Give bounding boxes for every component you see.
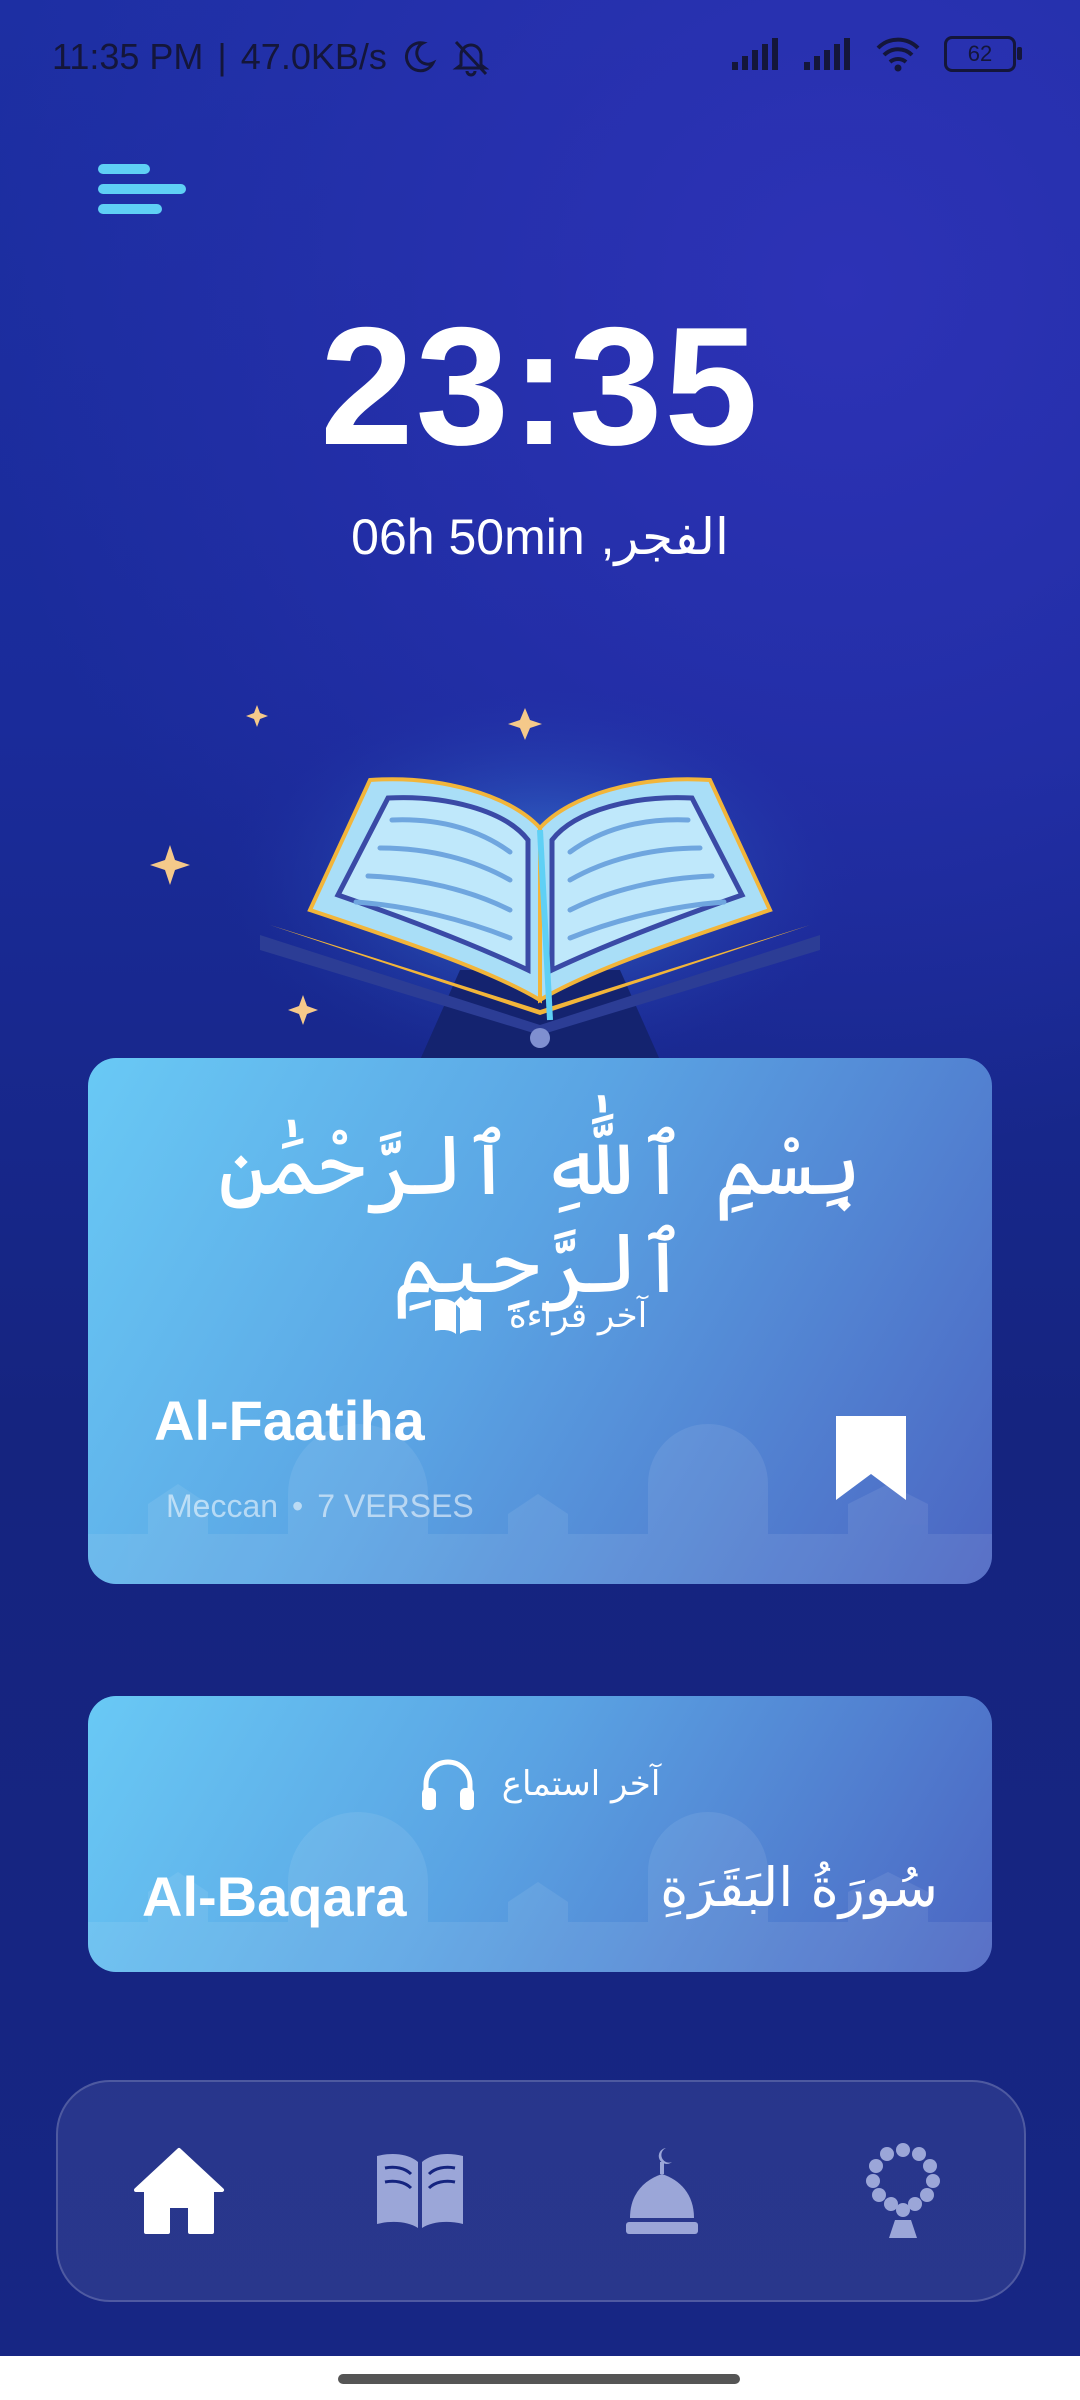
system-home-bar — [0, 2356, 1080, 2400]
last-listen-label: آخر استماع — [501, 1764, 661, 1804]
home-icon — [133, 2148, 224, 2234]
last-read-label: آخر قراءة — [508, 1296, 648, 1336]
mosque-dome-icon — [625, 2148, 698, 2234]
nav-quran[interactable] — [360, 2131, 480, 2251]
bookmark-icon — [836, 1416, 906, 1500]
menu-button[interactable] — [98, 160, 190, 224]
nav-home[interactable] — [119, 2131, 239, 2251]
bismillah-calligraphy: بِسْمِ ٱللَّٰهِ ٱلرَّحْمَٰنِ ٱلرَّحِيمِ — [217, 1116, 863, 1312]
book-open-icon — [434, 1299, 481, 1334]
meta-dot: • — [292, 1488, 304, 1524]
countdown-time: 06h 50min — [351, 509, 585, 565]
status-bar: 11:35 PM | 47.0KB/s 62 — [0, 0, 1080, 120]
last-read-surah: Al-Faatiha — [154, 1389, 425, 1452]
battery-level: 62 — [967, 41, 993, 66]
verse-count: 7 VERSES — [317, 1488, 474, 1524]
moon-icon — [404, 41, 437, 73]
quran-illustration — [150, 680, 860, 1060]
nav-mosque[interactable] — [602, 2131, 722, 2251]
quran-book-icon — [377, 2154, 464, 2228]
last-read-card[interactable]: بِسْمِ ٱللَّٰهِ ٱلرَّحْمَٰنِ ٱلرَّحِيمِ … — [88, 1058, 992, 1584]
last-read-header: آخر قراءة — [88, 1296, 992, 1336]
home-indicator[interactable] — [338, 2374, 740, 2384]
revelation-type: Meccan — [166, 1488, 279, 1524]
signal-icon — [732, 38, 778, 70]
signal-icon — [804, 38, 850, 70]
menu-icon — [98, 164, 186, 214]
sparkle-icon — [150, 845, 190, 885]
last-listen-surah-arabic: سُورَةُ البَقَرَةِ — [660, 1856, 938, 1919]
bottom-navigation — [56, 2080, 1026, 2302]
current-time: 23:35 — [320, 292, 760, 480]
wifi-icon — [876, 37, 920, 72]
nav-tasbih[interactable] — [843, 2131, 963, 2251]
prayer-name: الفجر, — [600, 509, 729, 565]
bell-off-icon — [452, 40, 490, 77]
sparkle-icon — [246, 705, 268, 727]
surah-meta: Meccan • 7 VERSES — [166, 1488, 474, 1525]
status-time: 11:35 PM — [52, 36, 204, 77]
status-separator: | — [217, 36, 227, 77]
prayer-beads-icon — [866, 2143, 941, 2238]
next-prayer-countdown: 06h 50min الفجر, — [0, 508, 1080, 566]
status-right: 62 — [730, 36, 1022, 72]
last-listen-card[interactable]: آخر استماع Al-Baqara سُورَةُ البَقَرَةِ — [88, 1696, 992, 1972]
network-speed: 47.0KB/s — [240, 36, 387, 77]
headphones-icon — [421, 1759, 474, 1810]
battery-icon: 62 — [944, 36, 1022, 72]
bookmark-button[interactable] — [836, 1416, 906, 1504]
last-listen-header: آخر استماع — [88, 1758, 992, 1810]
status-left: 11:35 PM | 47.0KB/s — [52, 36, 491, 78]
last-listen-surah: Al-Baqara — [142, 1865, 407, 1928]
